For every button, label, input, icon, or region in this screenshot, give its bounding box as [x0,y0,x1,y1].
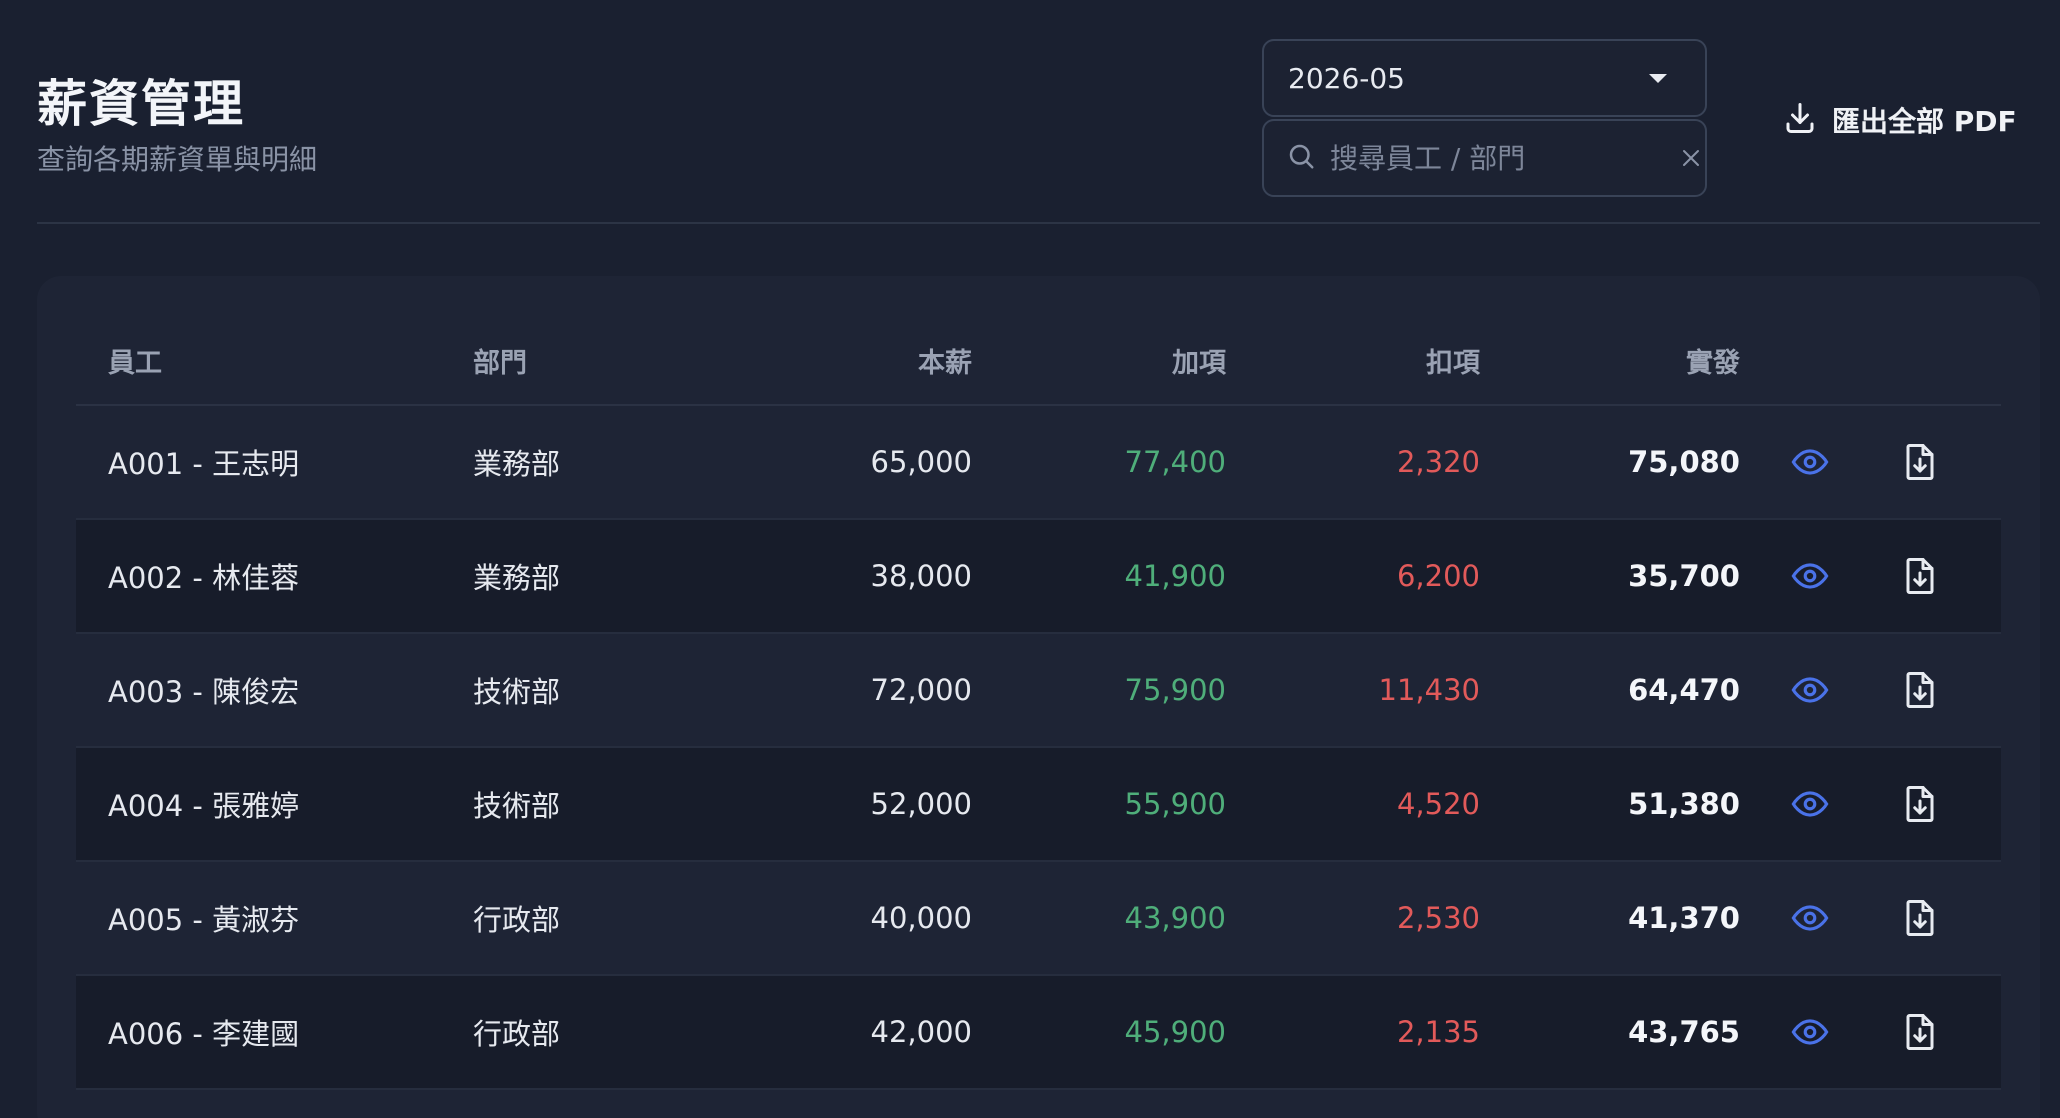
employee-cell: A002 - 林佳蓉 [108,561,300,595]
eye-icon[interactable] [1791,785,1829,823]
add-cell: 45,900 [1124,1015,1226,1049]
eye-icon[interactable] [1791,671,1829,709]
month-select[interactable]: 2026-05 [1262,39,1707,117]
add-cell: 41,900 [1124,559,1226,593]
file-download-icon[interactable] [1902,670,1938,710]
table-row: A005 - 黃淑芬 行政部 40,000 43,900 2,530 41,37… [76,862,2001,976]
base-cell: 38,000 [870,559,972,593]
column-header-dept: 部門 [473,347,527,379]
file-download-icon[interactable] [1902,898,1938,938]
table-row: A006 - 李建國 行政部 42,000 45,900 2,135 43,76… [76,976,2001,1090]
file-download-icon[interactable] [1902,1012,1938,1052]
search-icon [1286,141,1316,175]
table-row: A002 - 林佳蓉 業務部 38,000 41,900 6,200 35,70… [76,520,2001,634]
base-cell: 42,000 [870,1015,972,1049]
chevron-down-icon [1649,73,1667,83]
column-header-net: 實發 [1686,347,1740,379]
table-header: 員工 部門 本薪 加項 扣項 實發 [76,316,2001,406]
deduct-cell: 4,520 [1396,787,1480,821]
employee-cell: A004 - 張雅婷 [108,789,300,823]
payroll-page: 薪資管理 查詢各期薪資單與明細 2026-05 匯出全部 PDF [0,0,2060,1118]
base-cell: 40,000 [870,901,972,935]
net-cell: 43,765 [1628,1015,1740,1049]
dept-cell: 技術部 [473,789,561,823]
header-divider [37,222,2040,224]
dept-cell: 業務部 [473,447,561,481]
table-row: A004 - 張雅婷 技術部 52,000 55,900 4,520 51,38… [76,748,2001,862]
dept-cell: 行政部 [473,1017,561,1051]
base-cell: 52,000 [870,787,972,821]
dept-cell: 技術部 [473,675,561,709]
table-row: A001 - 王志明 業務部 65,000 77,400 2,320 75,08… [76,406,2001,520]
net-cell: 35,700 [1628,559,1740,593]
page-title: 薪資管理 [37,75,245,133]
export-all-pdf-button[interactable]: 匯出全部 PDF [1782,96,2017,144]
file-download-icon[interactable] [1902,556,1938,596]
net-cell: 75,080 [1628,445,1740,479]
net-cell: 41,370 [1628,901,1740,935]
employee-cell: A006 - 李建國 [108,1017,300,1051]
column-header-deduct: 扣項 [1426,347,1480,379]
search-input[interactable] [1330,141,1679,175]
deduct-cell: 2,320 [1396,445,1480,479]
column-header-employee: 員工 [108,347,162,379]
add-cell: 75,900 [1124,673,1226,707]
download-icon [1782,100,1818,140]
search-field[interactable] [1262,119,1707,197]
dept-cell: 行政部 [473,903,561,937]
month-select-value: 2026-05 [1288,61,1405,95]
eye-icon[interactable] [1791,557,1829,595]
employee-cell: A001 - 王志明 [108,447,300,481]
employee-cell: A003 - 陳俊宏 [108,675,300,709]
column-header-base: 本薪 [918,347,972,379]
deduct-cell: 2,135 [1396,1015,1480,1049]
eye-icon[interactable] [1791,443,1829,481]
table-row: A003 - 陳俊宏 技術部 72,000 75,900 11,430 64,4… [76,634,2001,748]
dept-cell: 業務部 [473,561,561,595]
add-cell: 77,400 [1124,445,1226,479]
file-download-icon[interactable] [1902,442,1938,482]
page-subtitle: 查詢各期薪資單與明細 [37,143,318,176]
base-cell: 72,000 [870,673,972,707]
deduct-cell: 6,200 [1396,559,1480,593]
page-header: 薪資管理 查詢各期薪資單與明細 [37,0,2040,224]
column-header-add: 加項 [1172,347,1226,379]
file-download-icon[interactable] [1902,784,1938,824]
close-icon[interactable] [1679,146,1703,170]
deduct-cell: 2,530 [1396,901,1480,935]
payroll-table: 員工 部門 本薪 加項 扣項 實發 A001 - 王志明 業務部 65,000 … [76,316,2001,1090]
eye-icon[interactable] [1791,899,1829,937]
export-button-label: 匯出全部 PDF [1832,105,2017,138]
payroll-table-card: 員工 部門 本薪 加項 扣項 實發 A001 - 王志明 業務部 65,000 … [37,276,2040,1118]
employee-cell: A005 - 黃淑芬 [108,903,300,937]
eye-icon[interactable] [1791,1013,1829,1051]
net-cell: 51,380 [1628,787,1740,821]
net-cell: 64,470 [1628,673,1740,707]
add-cell: 43,900 [1124,901,1226,935]
deduct-cell: 11,430 [1378,673,1480,707]
add-cell: 55,900 [1124,787,1226,821]
base-cell: 65,000 [870,445,972,479]
